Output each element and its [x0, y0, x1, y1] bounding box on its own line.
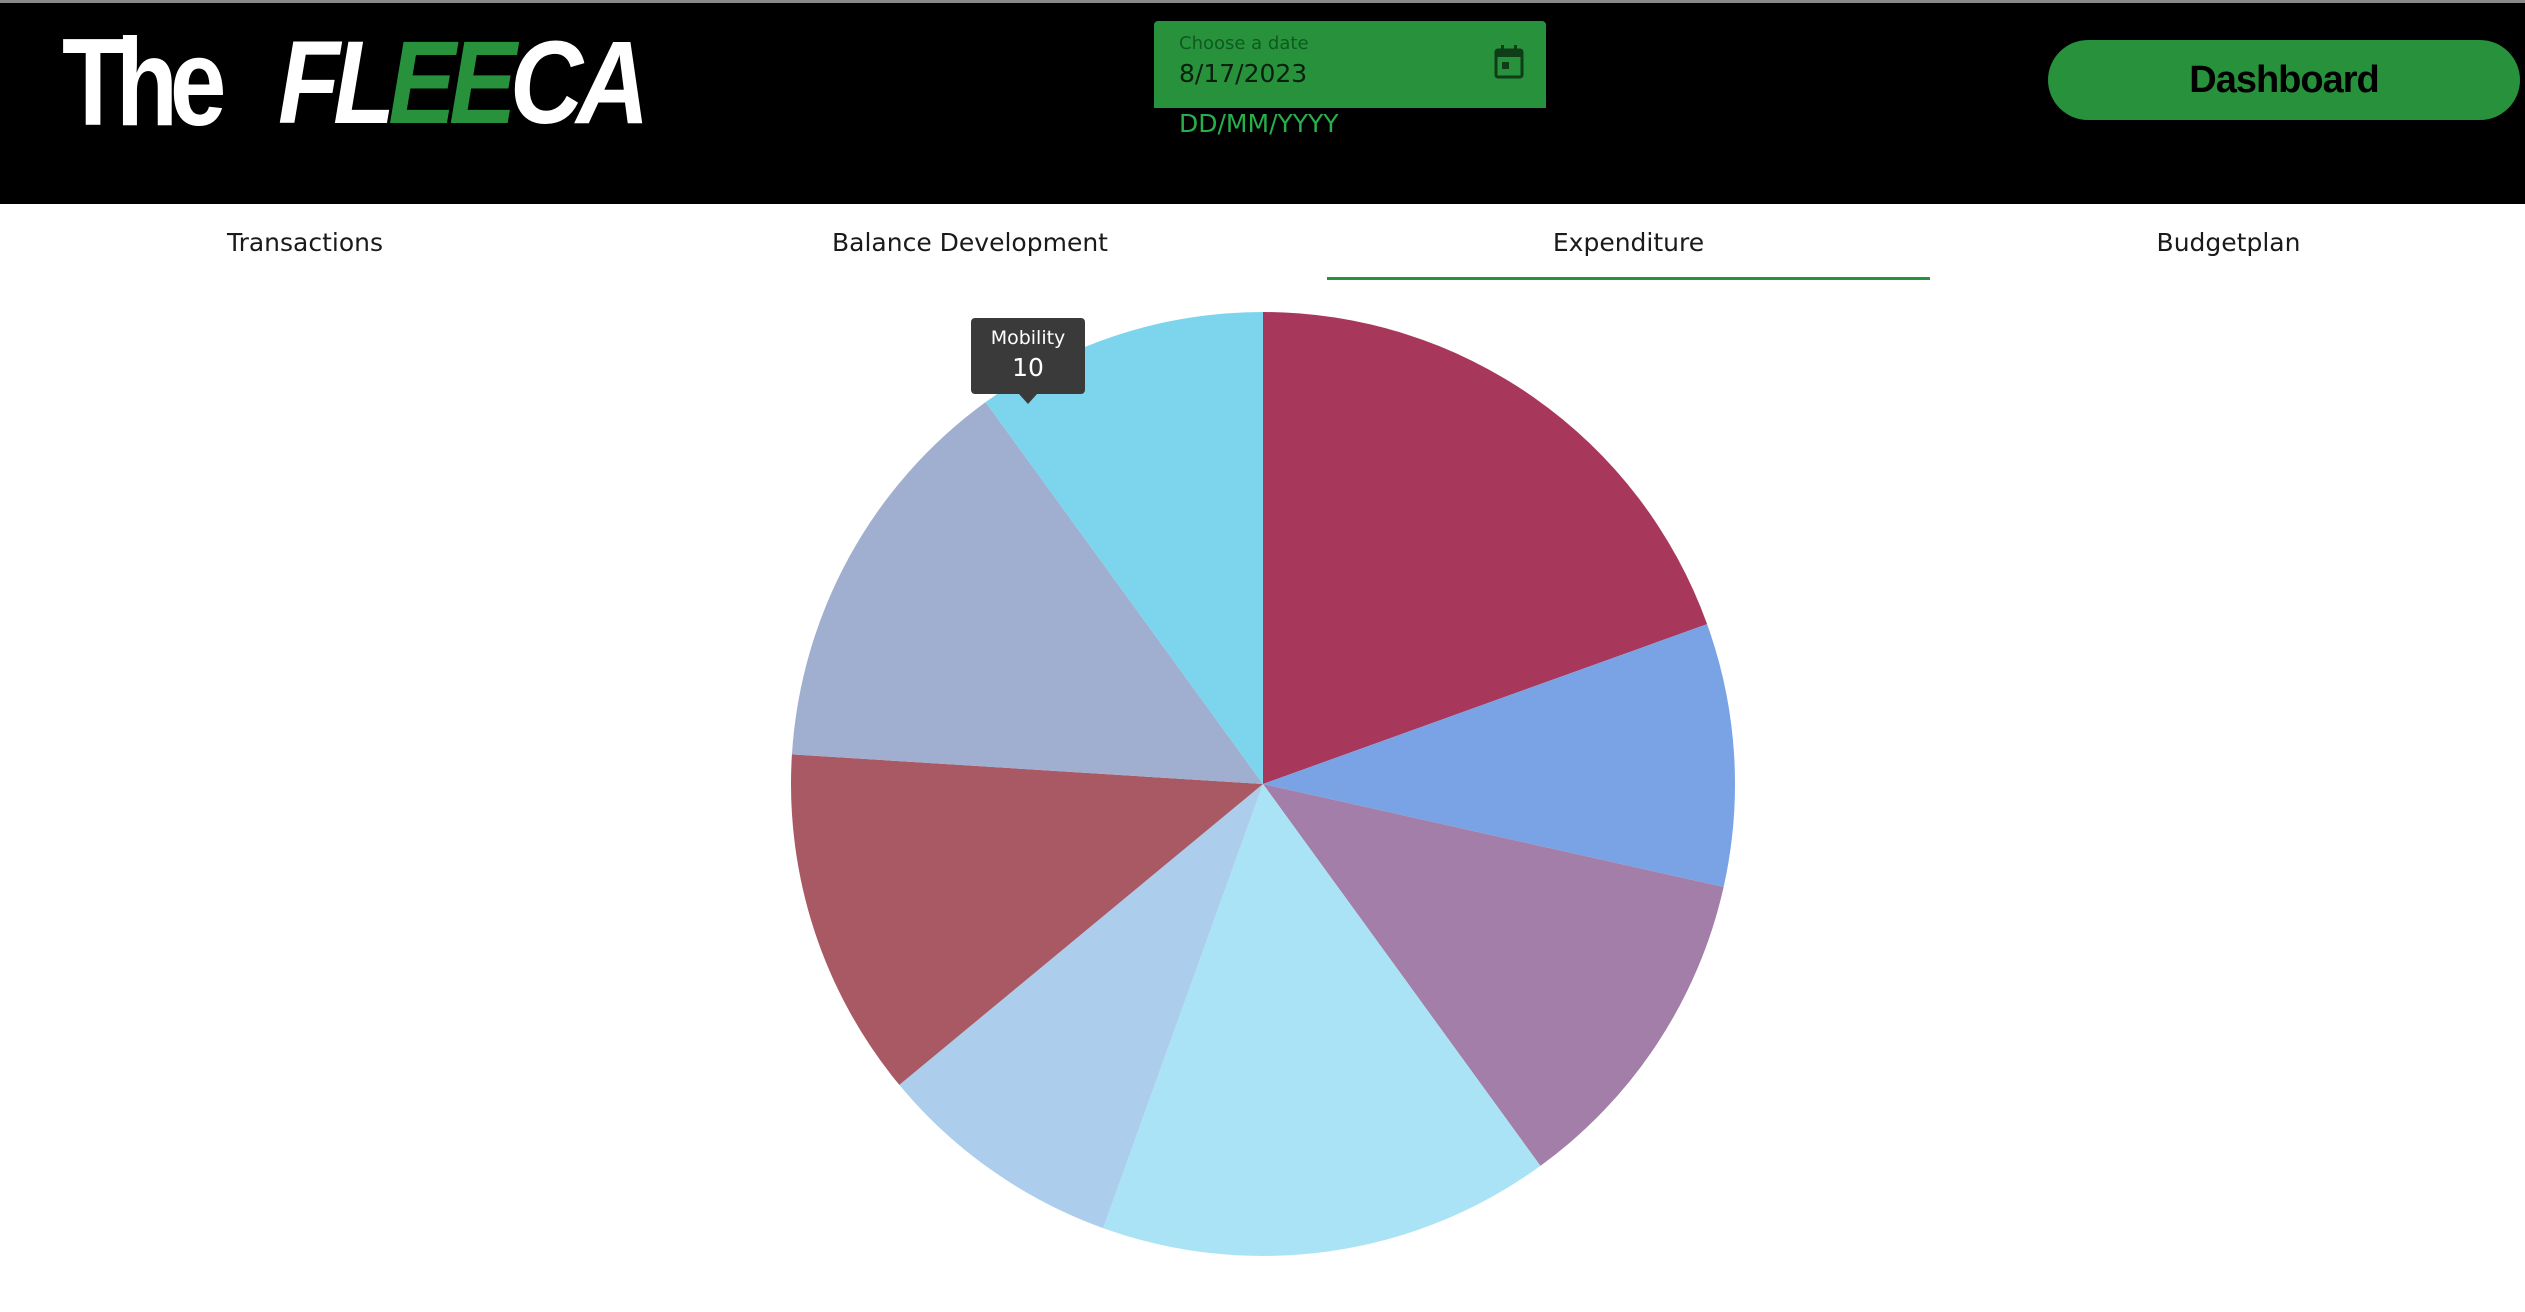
- tooltip-value: 10: [1012, 353, 1044, 382]
- dashboard-button[interactable]: Dashboard: [2048, 40, 2520, 120]
- app-header: The FLEECA Choose a date 8/17/2023 DD/MM…: [0, 3, 2525, 204]
- date-format-hint: DD/MM/YYYY: [1179, 109, 1339, 138]
- calendar-icon[interactable]: [1494, 45, 1524, 79]
- tab-transactions[interactable]: Transactions: [0, 204, 610, 280]
- date-picker-field[interactable]: Choose a date 8/17/2023: [1154, 21, 1546, 108]
- pie-chart: [791, 312, 1735, 1256]
- logo-fleeca-text: FLEECA: [278, 17, 650, 149]
- fleeca-logo[interactable]: The FLEECA: [62, 13, 702, 152]
- tab-balance-development[interactable]: Balance Development: [663, 204, 1277, 280]
- chart-tooltip: Mobility 10: [971, 318, 1085, 404]
- date-field-label: Choose a date: [1179, 33, 1309, 54]
- tooltip-label: Mobility: [990, 327, 1066, 349]
- tab-expenditure[interactable]: Expenditure: [1327, 204, 1930, 280]
- tab-budgetplan[interactable]: Budgetplan: [1928, 204, 2525, 280]
- date-field-value[interactable]: 8/17/2023: [1179, 59, 1307, 88]
- expenditure-chart: [0, 280, 2525, 1312]
- tooltip-arrow: [1019, 394, 1037, 404]
- tab-bar: Transactions Balance Development Expendi…: [0, 204, 2525, 280]
- logo-the-text: The: [62, 14, 226, 152]
